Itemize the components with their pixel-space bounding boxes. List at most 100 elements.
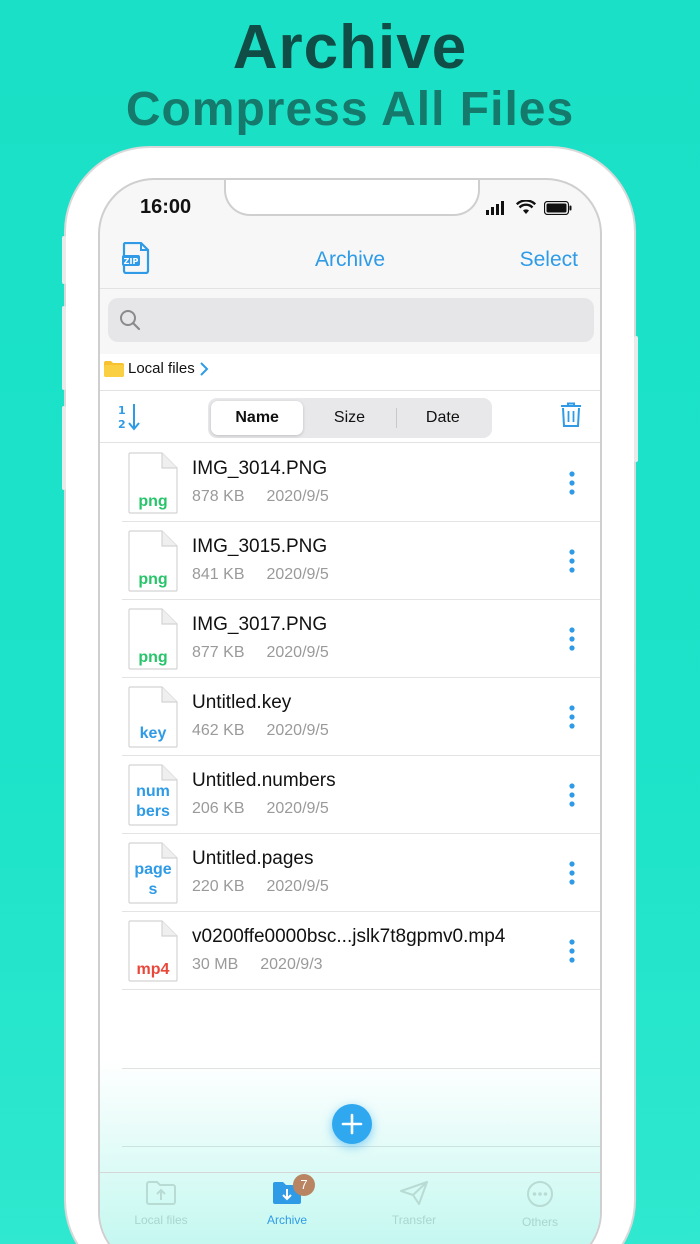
more-circle-icon bbox=[527, 1181, 553, 1207]
file-icon: key bbox=[128, 686, 178, 748]
breadcrumb-label: Local files bbox=[128, 360, 195, 377]
file-row[interactable]: num bers Untitled.numbers 206 KB 2020/9/5 bbox=[122, 756, 600, 834]
list-end-divider bbox=[122, 1068, 600, 1069]
file-meta: 877 KB 2020/9/5 bbox=[192, 644, 329, 662]
more-options-icon[interactable] bbox=[568, 626, 576, 652]
folder-upload-icon bbox=[146, 1181, 176, 1205]
sort-segmented-control: Name Size Date bbox=[208, 398, 492, 438]
file-name: Untitled.pages bbox=[192, 848, 314, 869]
sort-size-segment[interactable]: Size bbox=[303, 401, 395, 435]
file-icon: png bbox=[128, 530, 178, 592]
tab-archive[interactable]: 7 Archive bbox=[237, 1174, 337, 1227]
file-extension-label: s bbox=[148, 881, 158, 898]
search-input[interactable] bbox=[148, 298, 578, 342]
file-meta: 462 KB 2020/9/5 bbox=[192, 722, 329, 740]
file-icon: mp4 bbox=[128, 920, 178, 982]
file-size: 30 MB bbox=[192, 956, 239, 973]
file-name: v0200ffe0000bsc...jslk7t8gpmv0.mp4 bbox=[192, 926, 506, 947]
plus-icon bbox=[341, 1113, 363, 1135]
app-screen: 16:00 ZIP Archive Select Local files 1 2… bbox=[98, 178, 602, 1244]
sort-divider bbox=[100, 442, 600, 443]
file-name: IMG_3017.PNG bbox=[192, 614, 328, 635]
chevron-right-icon bbox=[199, 361, 209, 376]
file-extension-label: png bbox=[138, 571, 168, 588]
tab-local-files[interactable]: Local files bbox=[111, 1180, 211, 1227]
fab-divider bbox=[122, 1146, 600, 1147]
sort-row: 1 2 Name Size Date bbox=[100, 392, 600, 442]
battery-icon bbox=[544, 200, 572, 215]
tab-others[interactable]: Others bbox=[490, 1180, 590, 1229]
file-icon: png bbox=[128, 608, 178, 670]
tab-label: Others bbox=[521, 1215, 558, 1229]
breadcrumb-divider bbox=[100, 390, 600, 391]
trash-icon[interactable] bbox=[560, 402, 582, 433]
sort-date-segment[interactable]: Date bbox=[397, 401, 489, 435]
status-time: 16:00 bbox=[140, 196, 192, 218]
file-size: 878 KB bbox=[192, 488, 245, 505]
signal-icon bbox=[486, 200, 504, 215]
more-options-icon[interactable] bbox=[568, 938, 576, 964]
file-size: 841 KB bbox=[192, 566, 245, 583]
svg-text:1: 1 bbox=[118, 404, 126, 417]
more-options-icon[interactable] bbox=[568, 704, 576, 730]
file-extension-label: page bbox=[134, 861, 172, 878]
phone-power-button bbox=[634, 336, 638, 462]
file-meta: 220 KB 2020/9/5 bbox=[192, 878, 329, 896]
tab-bar: Local files 7 Archive Transfer Others bbox=[100, 1172, 600, 1244]
sort-order-icon[interactable]: 1 2 bbox=[118, 402, 142, 437]
phone-side-button bbox=[62, 236, 66, 284]
file-date: 2020/9/3 bbox=[260, 956, 323, 973]
file-meta: 30 MB 2020/9/3 bbox=[192, 956, 323, 974]
search-bar[interactable] bbox=[108, 298, 594, 342]
sort-name-segment[interactable]: Name bbox=[211, 401, 304, 435]
file-size: 220 KB bbox=[192, 878, 245, 895]
breadcrumb[interactable]: Local files bbox=[104, 360, 209, 377]
tab-label: Local files bbox=[134, 1213, 188, 1227]
file-meta: 878 KB 2020/9/5 bbox=[192, 488, 329, 506]
more-options-icon[interactable] bbox=[568, 782, 576, 808]
promo-subtitle: Compress All Files bbox=[125, 83, 575, 136]
more-options-icon[interactable] bbox=[568, 548, 576, 574]
file-row[interactable]: mp4 v0200ffe0000bsc...jslk7t8gpmv0.mp4 3… bbox=[122, 912, 600, 990]
file-size: 462 KB bbox=[192, 722, 245, 739]
file-row[interactable]: png IMG_3015.PNG 841 KB 2020/9/5 bbox=[122, 522, 600, 600]
file-extension-label: key bbox=[139, 725, 167, 742]
svg-text:2: 2 bbox=[118, 418, 126, 431]
tab-label: Archive bbox=[266, 1213, 307, 1227]
file-date: 2020/9/5 bbox=[266, 644, 329, 661]
select-button[interactable]: Select bbox=[520, 248, 578, 272]
notch bbox=[224, 180, 480, 216]
file-meta: 841 KB 2020/9/5 bbox=[192, 566, 329, 584]
file-row[interactable]: page s Untitled.pages 220 KB 2020/9/5 bbox=[122, 834, 600, 912]
status-icons bbox=[486, 200, 572, 215]
file-row[interactable]: key Untitled.key 462 KB 2020/9/5 bbox=[122, 678, 600, 756]
file-extension-label: png bbox=[138, 649, 168, 666]
file-name: IMG_3015.PNG bbox=[192, 536, 328, 557]
file-extension-label: png bbox=[138, 493, 168, 510]
phone-volume-down-button bbox=[62, 406, 66, 490]
more-options-icon[interactable] bbox=[568, 860, 576, 886]
file-icon: num bers bbox=[128, 764, 178, 826]
file-date: 2020/9/5 bbox=[266, 566, 329, 583]
more-options-icon[interactable] bbox=[568, 470, 576, 496]
file-row[interactable]: png IMG_3014.PNG 878 KB 2020/9/5 bbox=[122, 444, 600, 522]
search-icon bbox=[120, 310, 141, 331]
file-meta: 206 KB 2020/9/5 bbox=[192, 800, 329, 818]
file-date: 2020/9/5 bbox=[266, 800, 329, 817]
file-size: 877 KB bbox=[192, 644, 245, 661]
tab-transfer[interactable]: Transfer bbox=[364, 1180, 464, 1227]
wifi-icon bbox=[516, 200, 536, 214]
notification-badge: 7 bbox=[293, 1174, 315, 1196]
nav-divider bbox=[100, 288, 600, 289]
file-name: Untitled.numbers bbox=[192, 770, 336, 791]
file-icon: page s bbox=[128, 842, 178, 904]
promo-title: Archive bbox=[232, 13, 468, 82]
add-button[interactable] bbox=[332, 1104, 372, 1144]
file-icon: png bbox=[128, 452, 178, 514]
file-row[interactable]: png IMG_3017.PNG 877 KB 2020/9/5 bbox=[122, 600, 600, 678]
tab-label: Transfer bbox=[391, 1213, 437, 1227]
file-extension-label: num bbox=[136, 783, 170, 800]
file-size: 206 KB bbox=[192, 800, 245, 817]
file-name: Untitled.key bbox=[192, 692, 292, 713]
file-list: png IMG_3014.PNG 878 KB 2020/9/5 png IMG_… bbox=[122, 444, 600, 990]
